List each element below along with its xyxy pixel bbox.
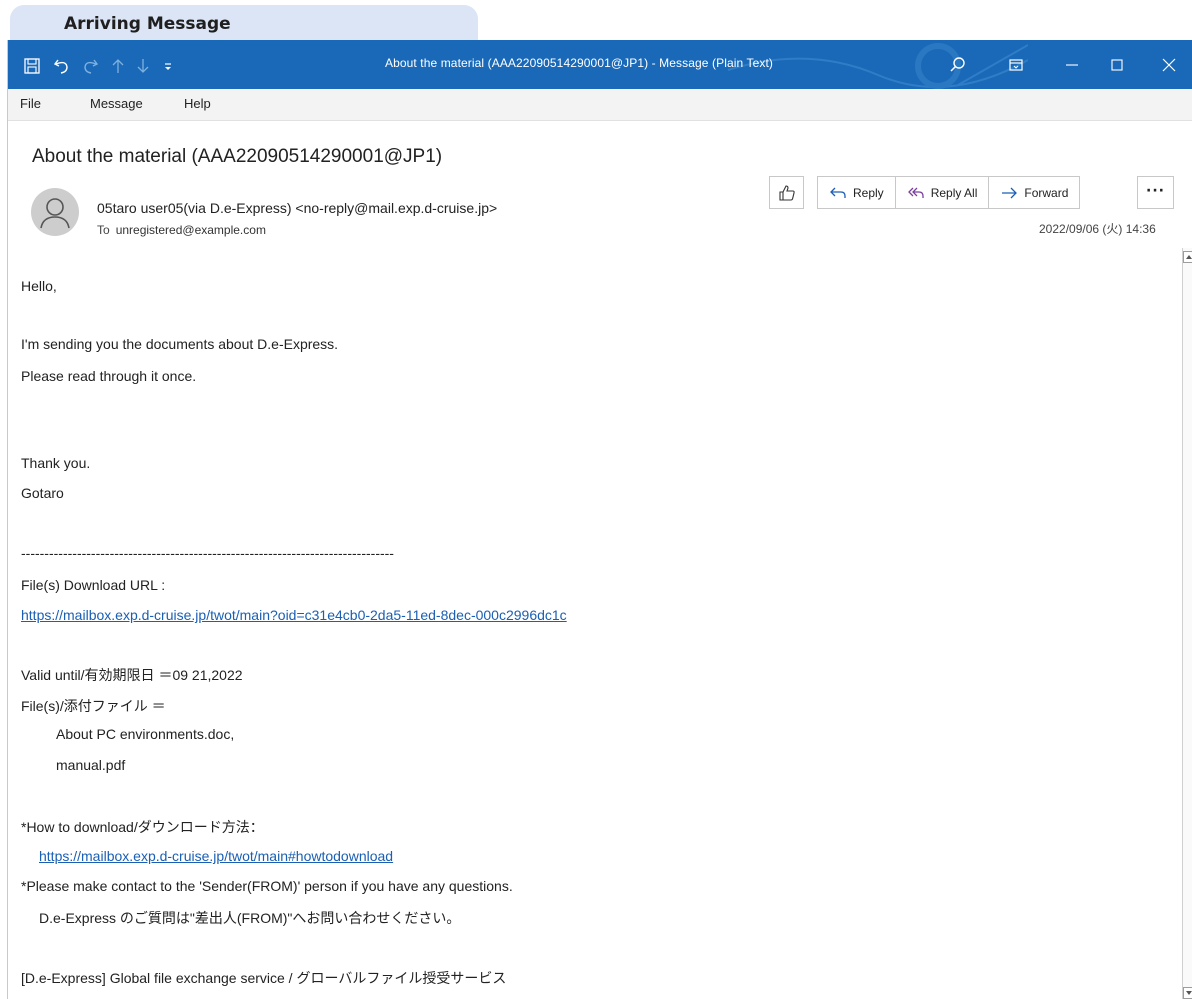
thumbs-up-icon — [779, 185, 795, 201]
download-url-link[interactable]: https://mailbox.exp.d-cruise.jp/twot/mai… — [21, 607, 567, 623]
forward-icon — [1002, 187, 1018, 198]
avatar — [31, 188, 79, 236]
forward-label: Forward — [1024, 185, 1069, 200]
reply-label: Reply — [853, 185, 884, 200]
scroll-down-button[interactable] — [1183, 987, 1192, 999]
forward-button[interactable]: Forward — [989, 177, 1079, 208]
file-item-1: About PC environments.doc, — [56, 726, 235, 742]
sender: 05taro user05(via D.e-Express) <no-reply… — [97, 200, 498, 216]
body-signature: Gotaro — [21, 485, 64, 501]
ribbon-display-icon[interactable] — [1004, 54, 1028, 76]
contact-note-en: *Please make contact to the 'Sender(FROM… — [21, 878, 513, 894]
close-icon[interactable] — [1157, 54, 1181, 76]
response-actions: Reply Reply All Forward — [817, 176, 1081, 209]
redo-icon[interactable] — [80, 56, 100, 76]
undo-icon[interactable] — [52, 56, 72, 76]
reply-button[interactable]: Reply — [818, 177, 896, 208]
body-line-2: Please read through it once. — [21, 368, 197, 384]
reply-icon — [830, 187, 846, 198]
received-date: 2022/09/06 (火) 14:36 — [1039, 222, 1156, 236]
arrow-down-icon[interactable] — [133, 56, 153, 76]
to-label: To — [97, 223, 110, 237]
body-line-1: I'm sending you the documents about D.e-… — [21, 336, 339, 352]
valid-until: Valid until/有効期限日 ＝09 21,2022 — [21, 667, 243, 683]
message-window: About the material (AAA22090514290001@JP… — [7, 40, 1192, 999]
person-icon — [40, 198, 70, 229]
window-title: About the material (AAA22090514290001@JP… — [385, 56, 774, 70]
reply-all-label: Reply All — [930, 185, 978, 200]
contact-note-jp: D.e-Express のご質問は"差出人(FROM)"へお問い合わせください。 — [39, 910, 461, 926]
minimize-icon[interactable] — [1060, 54, 1084, 76]
download-label: File(s) Download URL : — [21, 577, 166, 593]
howto-url-link[interactable]: https://mailbox.exp.d-cruise.jp/twot/mai… — [39, 848, 393, 864]
howto-label: *How to download/ダウンロード方法： — [21, 819, 264, 835]
menu-bar: File Message Help — [8, 89, 1192, 121]
menu-help[interactable]: Help — [184, 96, 211, 111]
customize-icon[interactable] — [158, 56, 178, 76]
reply-all-button[interactable]: Reply All — [896, 177, 990, 208]
vertical-scrollbar[interactable] — [1182, 248, 1192, 999]
title-bar: About the material (AAA22090514290001@JP… — [8, 40, 1192, 89]
maximize-icon[interactable] — [1105, 54, 1129, 76]
body-greeting: Hello, — [21, 278, 57, 294]
file-item-2: manual.pdf — [56, 757, 126, 773]
body-separator: ----------------------------------------… — [21, 545, 394, 561]
caption-title: Arriving Message — [64, 14, 231, 34]
menu-message[interactable]: Message — [90, 96, 143, 111]
recipient-line: To unregistered@example.com — [97, 223, 266, 237]
footer-text: [D.e-Express] Global file exchange servi… — [21, 970, 507, 986]
save-icon[interactable] — [22, 56, 42, 76]
like-button[interactable] — [769, 176, 804, 209]
reply-all-icon — [907, 187, 924, 198]
search-icon[interactable] — [946, 54, 970, 76]
more-actions-button[interactable]: ··· — [1137, 176, 1174, 209]
recipient: unregistered@example.com — [115, 223, 266, 237]
scroll-up-button[interactable] — [1183, 251, 1192, 263]
files-label: File(s)/添付ファイル ＝ — [21, 698, 166, 714]
arrow-up-icon[interactable] — [108, 56, 128, 76]
message-subject: About the material (AAA22090514290001@JP… — [32, 146, 443, 167]
menu-file[interactable]: File — [20, 96, 41, 111]
body-thanks: Thank you. — [21, 455, 91, 471]
